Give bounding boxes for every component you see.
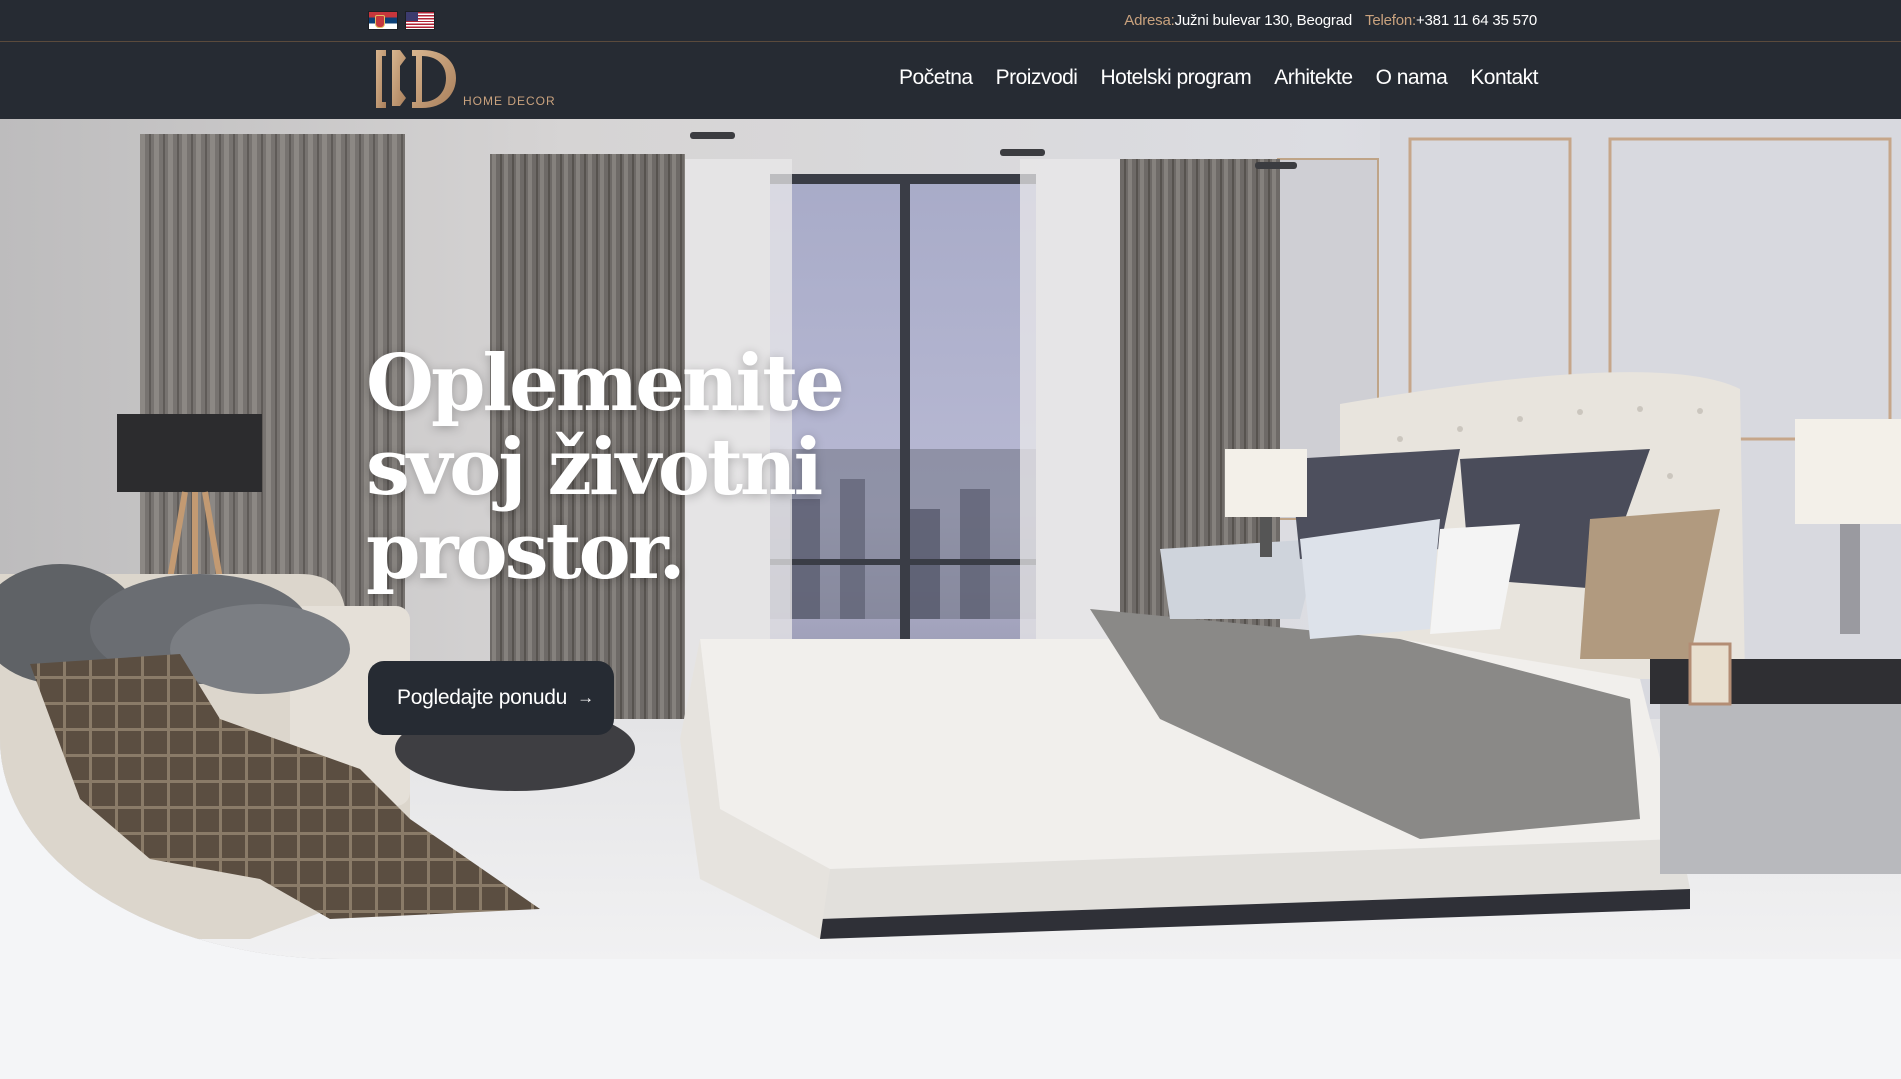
view-offer-button[interactable]: Pogledajte ponudu → bbox=[368, 661, 614, 735]
nav-item-hotelski-program[interactable]: Hotelski program bbox=[1100, 66, 1251, 90]
phone-label: Telefon: bbox=[1365, 12, 1416, 29]
logo-tagline: HOME DECOR bbox=[463, 94, 556, 108]
phone-value[interactable]: +381 11 64 35 570 bbox=[1416, 12, 1537, 29]
address-value: Južni bulevar 130, Beograd bbox=[1174, 12, 1353, 29]
serbian-flag-icon[interactable] bbox=[368, 11, 398, 30]
nav-item-proizvodi[interactable]: Proizvodi bbox=[996, 66, 1078, 90]
hero-headline-line-1: Oplemenite bbox=[366, 338, 845, 429]
address-label: Adresa: bbox=[1124, 12, 1175, 29]
hero-bedroom-image bbox=[0, 119, 1901, 959]
hero-section: Oplemenite svoj životni prostor. Pogleda… bbox=[0, 119, 1901, 959]
nav-item-o-nama[interactable]: O nama bbox=[1376, 66, 1448, 90]
site-logo[interactable]: HOME DECOR bbox=[372, 48, 557, 110]
arrow-right-icon: → bbox=[577, 688, 594, 707]
logo-mark-icon bbox=[376, 50, 456, 108]
main-nav: Početna Proizvodi Hotelski program Arhit… bbox=[876, 66, 1538, 90]
hero-headline: Oplemenite svoj životni prostor. bbox=[366, 342, 886, 594]
top-bar: Adresa:Južni bulevar 130, Beograd Telefo… bbox=[0, 0, 1901, 42]
nav-item-kontakt[interactable]: Kontakt bbox=[1470, 66, 1538, 90]
us-flag-icon[interactable] bbox=[405, 11, 435, 30]
hero-headline-line-3: prostor. bbox=[366, 506, 686, 597]
view-offer-button-label: Pogledajte ponudu bbox=[397, 686, 568, 709]
nav-item-pocetna[interactable]: Početna bbox=[899, 66, 973, 90]
main-header: HOME DECOR Početna Proizvodi Hotelski pr… bbox=[0, 42, 1901, 119]
phone-info[interactable]: Telefon:+381 11 64 35 570 bbox=[1365, 12, 1537, 29]
hero-headline-line-2: svoj životni bbox=[366, 422, 823, 513]
nav-item-arhitekte[interactable]: Arhitekte bbox=[1274, 66, 1353, 90]
address-info: Adresa:Južni bulevar 130, Beograd bbox=[1124, 12, 1352, 29]
